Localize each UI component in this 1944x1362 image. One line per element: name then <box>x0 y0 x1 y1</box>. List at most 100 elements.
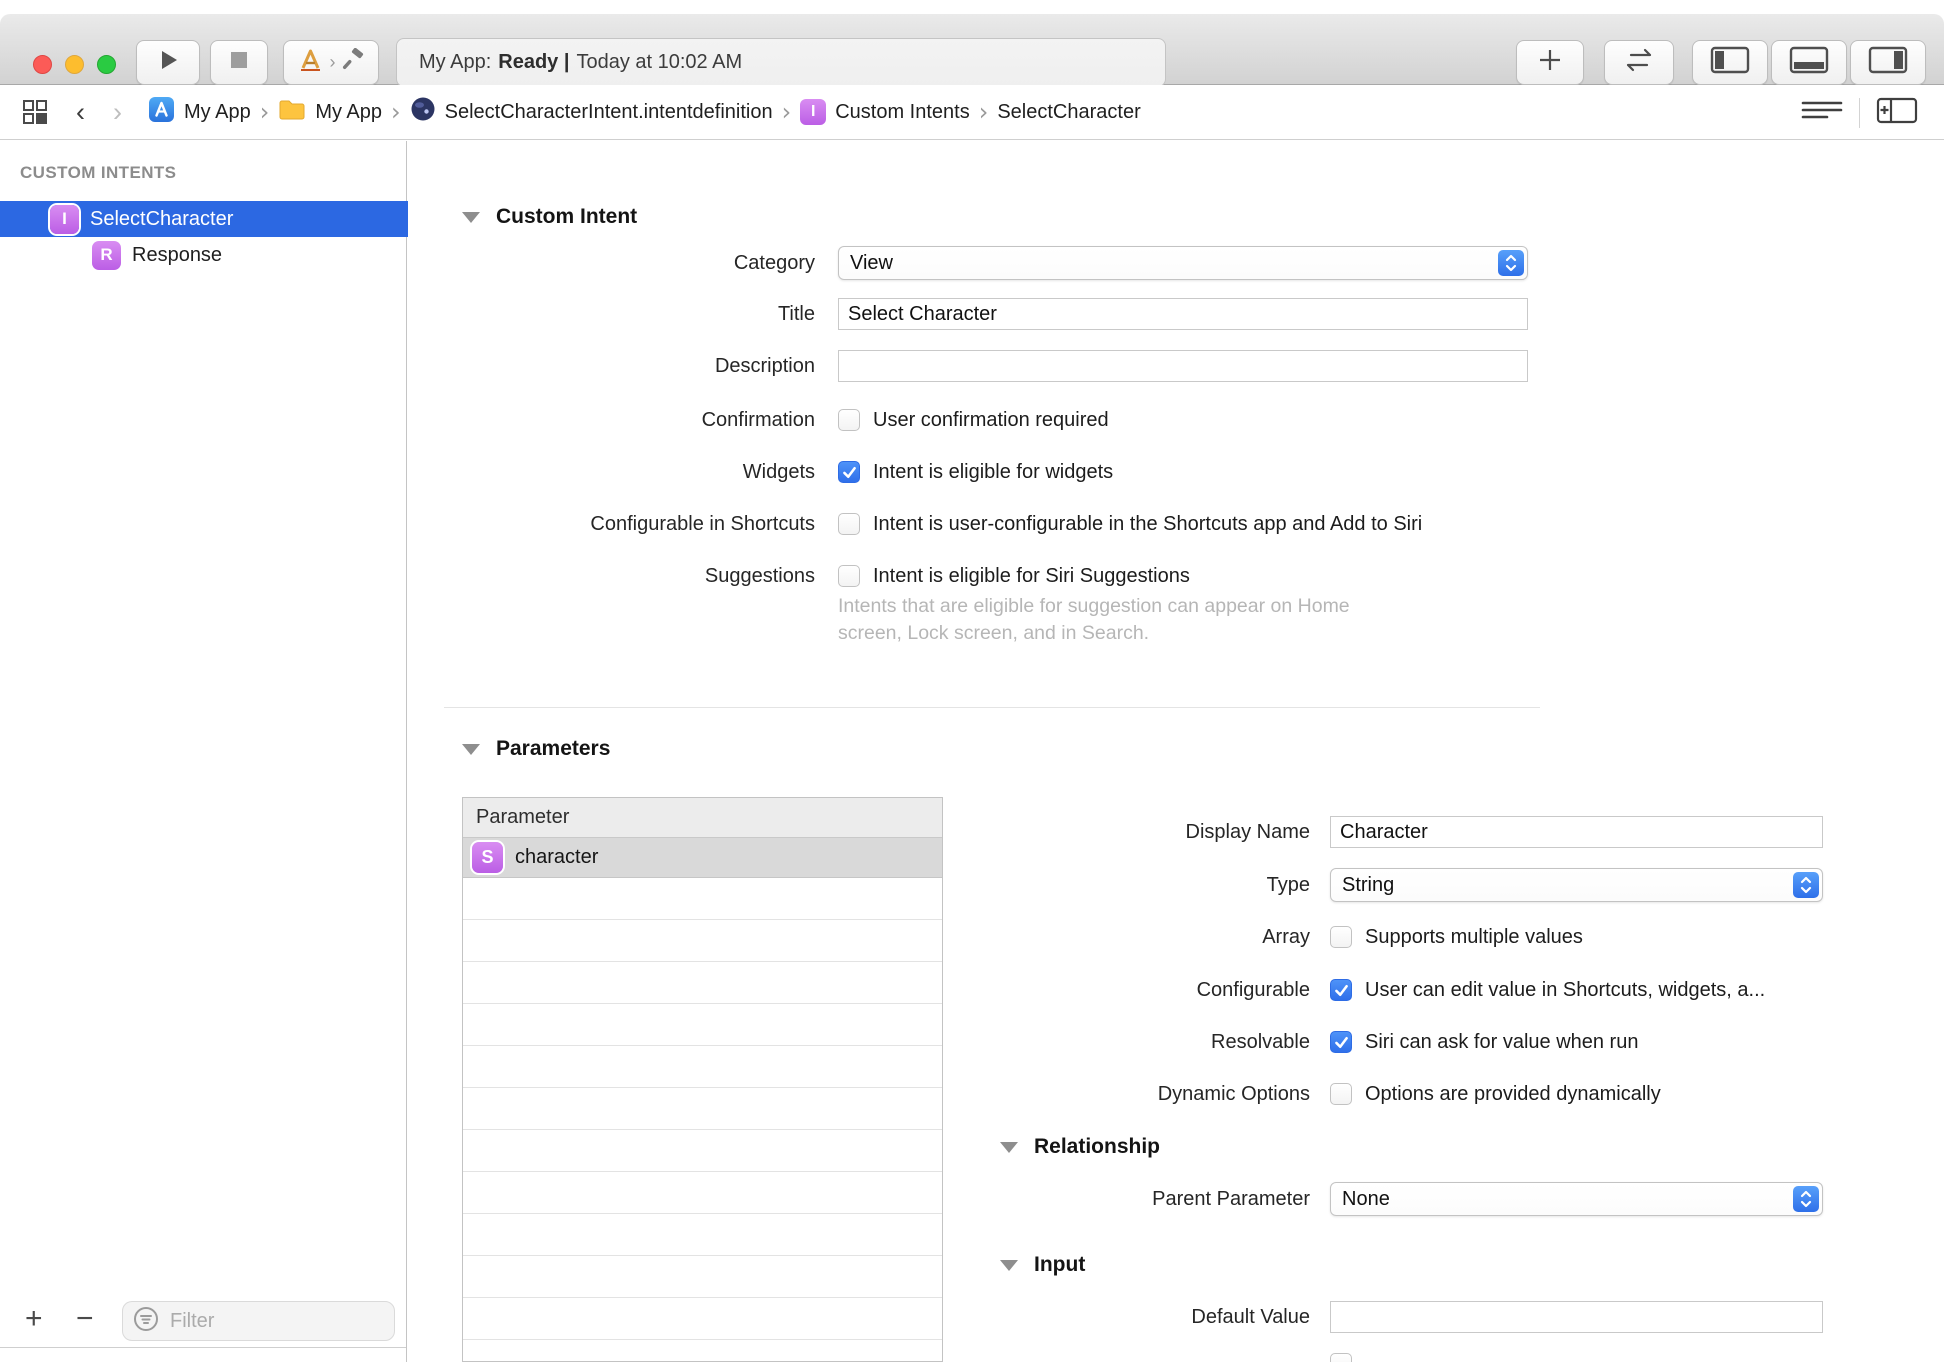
configurable-label: Configurable <box>1196 978 1310 1001</box>
breadcrumb-file[interactable]: SelectCharacterIntent.intentdefinition <box>410 96 773 128</box>
remove-button[interactable]: − <box>76 1304 94 1334</box>
scheme-selector-button[interactable]: › <box>283 40 379 85</box>
empty-row <box>463 878 942 920</box>
disclosure-triangle-icon[interactable] <box>1000 1141 1018 1153</box>
checkbox-text: Siri can ask for value when run <box>1365 1030 1639 1053</box>
dynamic-options-checkbox[interactable] <box>1330 1083 1352 1105</box>
type-popup[interactable]: String <box>1330 868 1823 902</box>
empty-row <box>463 1172 942 1214</box>
description-field[interactable] <box>838 350 1528 382</box>
right-panel-icon <box>1868 45 1908 80</box>
dynamic-options-label: Dynamic Options <box>1157 1082 1310 1105</box>
parent-parameter-popup[interactable]: None <box>1330 1182 1823 1216</box>
hammer-icon <box>342 47 366 77</box>
default-value-field[interactable] <box>1330 1301 1823 1333</box>
activity-view: My App: Ready | Today at 10:02 AM <box>396 38 1166 87</box>
swap-arrows-icon <box>1623 47 1655 78</box>
editor-mode-button[interactable] <box>1604 40 1674 85</box>
filter-input[interactable] <box>168 1308 372 1334</box>
resolvable-row: Resolvable Siri can ask for value when r… <box>960 1025 1638 1059</box>
checkbox-text: User confirmation required <box>873 408 1109 431</box>
configurable-checkbox[interactable] <box>1330 979 1352 1001</box>
project-icon <box>148 96 175 129</box>
empty-row <box>463 1088 942 1130</box>
empty-row <box>463 1298 942 1340</box>
back-button[interactable]: ‹ <box>76 98 85 126</box>
parameter-row-character[interactable]: S character <box>463 838 942 878</box>
empty-row <box>463 1256 942 1298</box>
empty-row <box>463 1046 942 1088</box>
display-name-field[interactable] <box>1330 816 1823 848</box>
parent-parameter-value: None <box>1342 1187 1390 1210</box>
intent-badge: I <box>800 99 827 125</box>
breadcrumb-project[interactable]: My App <box>148 96 251 129</box>
divider <box>1859 97 1860 128</box>
widgets-checkbox[interactable] <box>838 461 860 483</box>
parent-parameter-label: Parent Parameter <box>1152 1187 1310 1210</box>
disclosure-triangle-icon[interactable] <box>462 743 480 755</box>
array-checkbox[interactable] <box>1330 926 1352 948</box>
shortcuts-checkbox[interactable] <box>838 513 860 535</box>
sidebar-section-title: CUSTOM INTENTS <box>20 163 177 182</box>
bottom-panel-icon <box>1789 45 1829 80</box>
disclosure-triangle-icon[interactable] <box>462 211 480 223</box>
array-label: Array <box>1262 925 1310 948</box>
status-state: Ready | <box>498 51 570 73</box>
resolvable-checkbox[interactable] <box>1330 1031 1352 1053</box>
stop-button[interactable] <box>210 40 268 85</box>
toggle-navigator-button[interactable] <box>1692 40 1768 85</box>
breadcrumb-select-character[interactable]: SelectCharacter <box>997 101 1140 124</box>
breadcrumb-group[interactable]: My App <box>278 98 382 127</box>
breadcrumb-separator: › <box>781 98 792 126</box>
dynamic-options-row: Dynamic Options Options are provided dyn… <box>960 1077 1661 1111</box>
confirmation-checkbox[interactable] <box>838 409 860 431</box>
breadcrumb-label: My App <box>315 100 383 123</box>
shortcuts-row: Configurable in Shortcuts Intent is user… <box>408 507 1422 541</box>
category-label: Category <box>733 251 815 274</box>
panel-toggles <box>1692 40 1926 85</box>
toggle-inspector-button[interactable] <box>1850 40 1926 85</box>
checkbox-text: Intent is eligible for widgets <box>873 460 1114 483</box>
display-name-label: Display Name <box>1185 820 1310 843</box>
default-value-row: Default Value <box>960 1300 1823 1334</box>
checkbox-text: Options are provided dynamically <box>1365 1082 1661 1105</box>
title-label: Title <box>777 302 815 325</box>
status-project: My App: <box>419 51 492 73</box>
type-value: String <box>1342 873 1395 896</box>
parameter-table: Parameter S character <box>462 797 943 1362</box>
sidebar-item-selectcharacter[interactable]: I SelectCharacter <box>0 201 456 237</box>
divider <box>0 1347 406 1348</box>
clipped-checkbox[interactable] <box>1330 1353 1352 1362</box>
string-type-badge: S <box>472 842 503 873</box>
suggestions-checkbox[interactable] <box>838 565 860 587</box>
sidebar-item-label: Response <box>132 243 223 266</box>
forward-button[interactable]: › <box>113 98 122 126</box>
title-field[interactable] <box>838 298 1528 330</box>
folder-icon <box>278 98 306 127</box>
add-editor-icon[interactable] <box>1876 94 1918 132</box>
section-title: Parameters <box>496 737 611 760</box>
filter-field[interactable] <box>122 1301 395 1341</box>
suggestions-help-text: Intents that are eligible for suggestion… <box>838 595 1350 644</box>
empty-row <box>463 1130 942 1172</box>
add-button[interactable]: + <box>25 1304 43 1334</box>
disclosure-triangle-icon[interactable] <box>1000 1259 1018 1271</box>
zoom-button[interactable] <box>97 55 116 74</box>
related-items-icon[interactable] <box>22 99 48 125</box>
empty-row <box>463 1214 942 1256</box>
breadcrumb-separator: › <box>259 98 270 126</box>
suggestions-label: Suggestions <box>704 564 815 587</box>
breadcrumb-custom-intents[interactable]: I Custom Intents <box>800 99 970 125</box>
status-time: Today at 10:02 AM <box>576 51 743 73</box>
section-title: Custom Intent <box>496 205 638 228</box>
empty-row <box>463 1340 942 1361</box>
close-button[interactable] <box>33 55 52 74</box>
parameter-name: character <box>515 846 599 868</box>
editor-options-icon[interactable] <box>1801 97 1843 129</box>
run-button[interactable] <box>136 40 200 85</box>
minimize-button[interactable] <box>65 55 84 74</box>
toggle-debug-area-button[interactable] <box>1771 40 1847 85</box>
category-popup[interactable]: View <box>838 246 1528 280</box>
library-add-button[interactable] <box>1516 40 1584 85</box>
section-title: Input <box>1034 1253 1086 1276</box>
